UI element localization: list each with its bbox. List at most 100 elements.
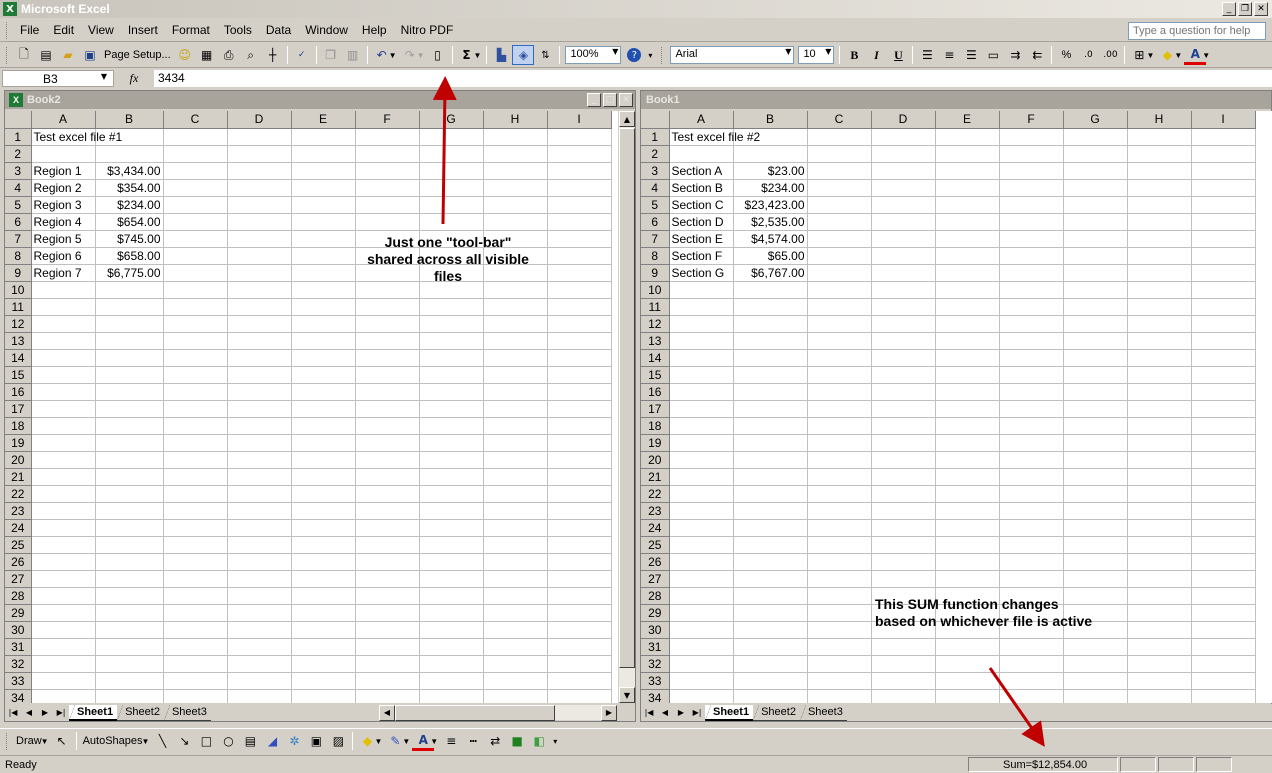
row-header[interactable]: 25: [641, 536, 670, 554]
cell-c4[interactable]: [807, 179, 872, 197]
cell-e8[interactable]: [291, 247, 356, 265]
cell-e25[interactable]: [935, 536, 1000, 554]
cell-a4[interactable]: Section B: [669, 179, 734, 197]
cell-d30[interactable]: [227, 621, 292, 639]
cell-e23[interactable]: [291, 502, 356, 520]
cell-d7[interactable]: [227, 230, 292, 248]
row-header[interactable]: 21: [5, 468, 32, 486]
cell-h25[interactable]: [483, 536, 548, 554]
cell-i32[interactable]: [1191, 655, 1256, 673]
cell-c10[interactable]: [163, 281, 228, 299]
cell-b14[interactable]: [95, 349, 164, 367]
scroll-up-icon[interactable]: ▲: [619, 111, 635, 127]
cell-d27[interactable]: [227, 570, 292, 588]
cell-d1[interactable]: [871, 128, 936, 146]
cell-g21[interactable]: [419, 468, 484, 486]
cell-d2[interactable]: [871, 145, 936, 163]
cell-e4[interactable]: [291, 179, 356, 197]
cell-c9[interactable]: [807, 264, 872, 282]
cell-h12[interactable]: [483, 315, 548, 333]
row-header[interactable]: 6: [5, 213, 32, 231]
cell-f34[interactable]: [999, 689, 1064, 703]
cell-g1[interactable]: [1063, 128, 1128, 146]
cell-i22[interactable]: [547, 485, 612, 503]
cell-f4[interactable]: [999, 179, 1064, 197]
cell-g19[interactable]: [1063, 434, 1128, 452]
cell-d21[interactable]: [871, 468, 936, 486]
cell-g15[interactable]: [1063, 366, 1128, 384]
cell-h3[interactable]: [483, 162, 548, 180]
scrollbar-thumb[interactable]: [395, 704, 555, 721]
line-style-icon[interactable]: ≡: [440, 731, 462, 751]
cell-b13[interactable]: [733, 332, 808, 350]
cell-b27[interactable]: [733, 570, 808, 588]
cell-h34[interactable]: [483, 689, 548, 703]
row-header[interactable]: 2: [641, 145, 670, 163]
cell-i4[interactable]: [1191, 179, 1256, 197]
cell-f25[interactable]: [355, 536, 420, 554]
cell-h21[interactable]: [1127, 468, 1192, 486]
cell-f31[interactable]: [355, 638, 420, 656]
cell-i33[interactable]: [1191, 672, 1256, 690]
cell-c2[interactable]: [807, 145, 872, 163]
cell-c14[interactable]: [163, 349, 228, 367]
cell-a11[interactable]: [669, 298, 734, 316]
cell-b18[interactable]: [733, 417, 808, 435]
outdent-icon[interactable]: ⇇: [1026, 45, 1048, 65]
first-sheet-icon[interactable]: |◀: [5, 708, 21, 717]
cell-i10[interactable]: [1191, 281, 1256, 299]
cell-h11[interactable]: [483, 298, 548, 316]
cell-i23[interactable]: [1191, 502, 1256, 520]
cell-b24[interactable]: [733, 519, 808, 537]
cell-f12[interactable]: [999, 315, 1064, 333]
cell-h26[interactable]: [483, 553, 548, 571]
save-icon[interactable]: ▣: [79, 45, 101, 65]
cell-c34[interactable]: [807, 689, 872, 703]
fill-color-dropdown-icon[interactable]: ▼: [1174, 51, 1182, 60]
cell-i21[interactable]: [547, 468, 612, 486]
cell-c3[interactable]: [807, 162, 872, 180]
fill-color-dropdown-icon[interactable]: ▼: [374, 737, 382, 746]
cell-a25[interactable]: [31, 536, 96, 554]
cell-b26[interactable]: [95, 553, 164, 571]
cell-g11[interactable]: [1063, 298, 1128, 316]
cell-c32[interactable]: [163, 655, 228, 673]
cell-c21[interactable]: [807, 468, 872, 486]
next-sheet-icon[interactable]: ▶: [673, 708, 689, 717]
cell-f22[interactable]: [999, 485, 1064, 503]
cell-f24[interactable]: [999, 519, 1064, 537]
cell-b25[interactable]: [733, 536, 808, 554]
cell-g1[interactable]: [419, 128, 484, 146]
scroll-left-icon[interactable]: ◀: [379, 704, 395, 721]
cell-a3[interactable]: Section A: [669, 162, 734, 180]
cell-g11[interactable]: [419, 298, 484, 316]
cell-a15[interactable]: [31, 366, 96, 384]
cell-e16[interactable]: [291, 383, 356, 401]
cell-h13[interactable]: [483, 332, 548, 350]
cell-f19[interactable]: [999, 434, 1064, 452]
column-header-c[interactable]: C: [163, 111, 228, 129]
cell-a34[interactable]: [669, 689, 734, 703]
cell-e24[interactable]: [935, 519, 1000, 537]
row-header[interactable]: 15: [5, 366, 32, 384]
align-right-icon[interactable]: ☰: [960, 45, 982, 65]
cell-d32[interactable]: [227, 655, 292, 673]
chart-wizard-icon[interactable]: ▙: [490, 45, 512, 65]
cell-c20[interactable]: [163, 451, 228, 469]
cell-b17[interactable]: [733, 400, 808, 418]
cell-f33[interactable]: [999, 672, 1064, 690]
cell-c8[interactable]: [163, 247, 228, 265]
cell-a29[interactable]: [31, 604, 96, 622]
cell-e34[interactable]: [291, 689, 356, 703]
cell-d28[interactable]: [227, 587, 292, 605]
cell-e13[interactable]: [291, 332, 356, 350]
cell-i25[interactable]: [1191, 536, 1256, 554]
cell-c29[interactable]: [163, 604, 228, 622]
row-header[interactable]: 10: [5, 281, 32, 299]
row-header[interactable]: 14: [5, 349, 32, 367]
cell-a34[interactable]: [31, 689, 96, 703]
cell-c13[interactable]: [163, 332, 228, 350]
menu-grip-handle[interactable]: [6, 21, 9, 39]
workbook-title-bar[interactable]: Book1: [641, 91, 1271, 109]
cell-a10[interactable]: [31, 281, 96, 299]
